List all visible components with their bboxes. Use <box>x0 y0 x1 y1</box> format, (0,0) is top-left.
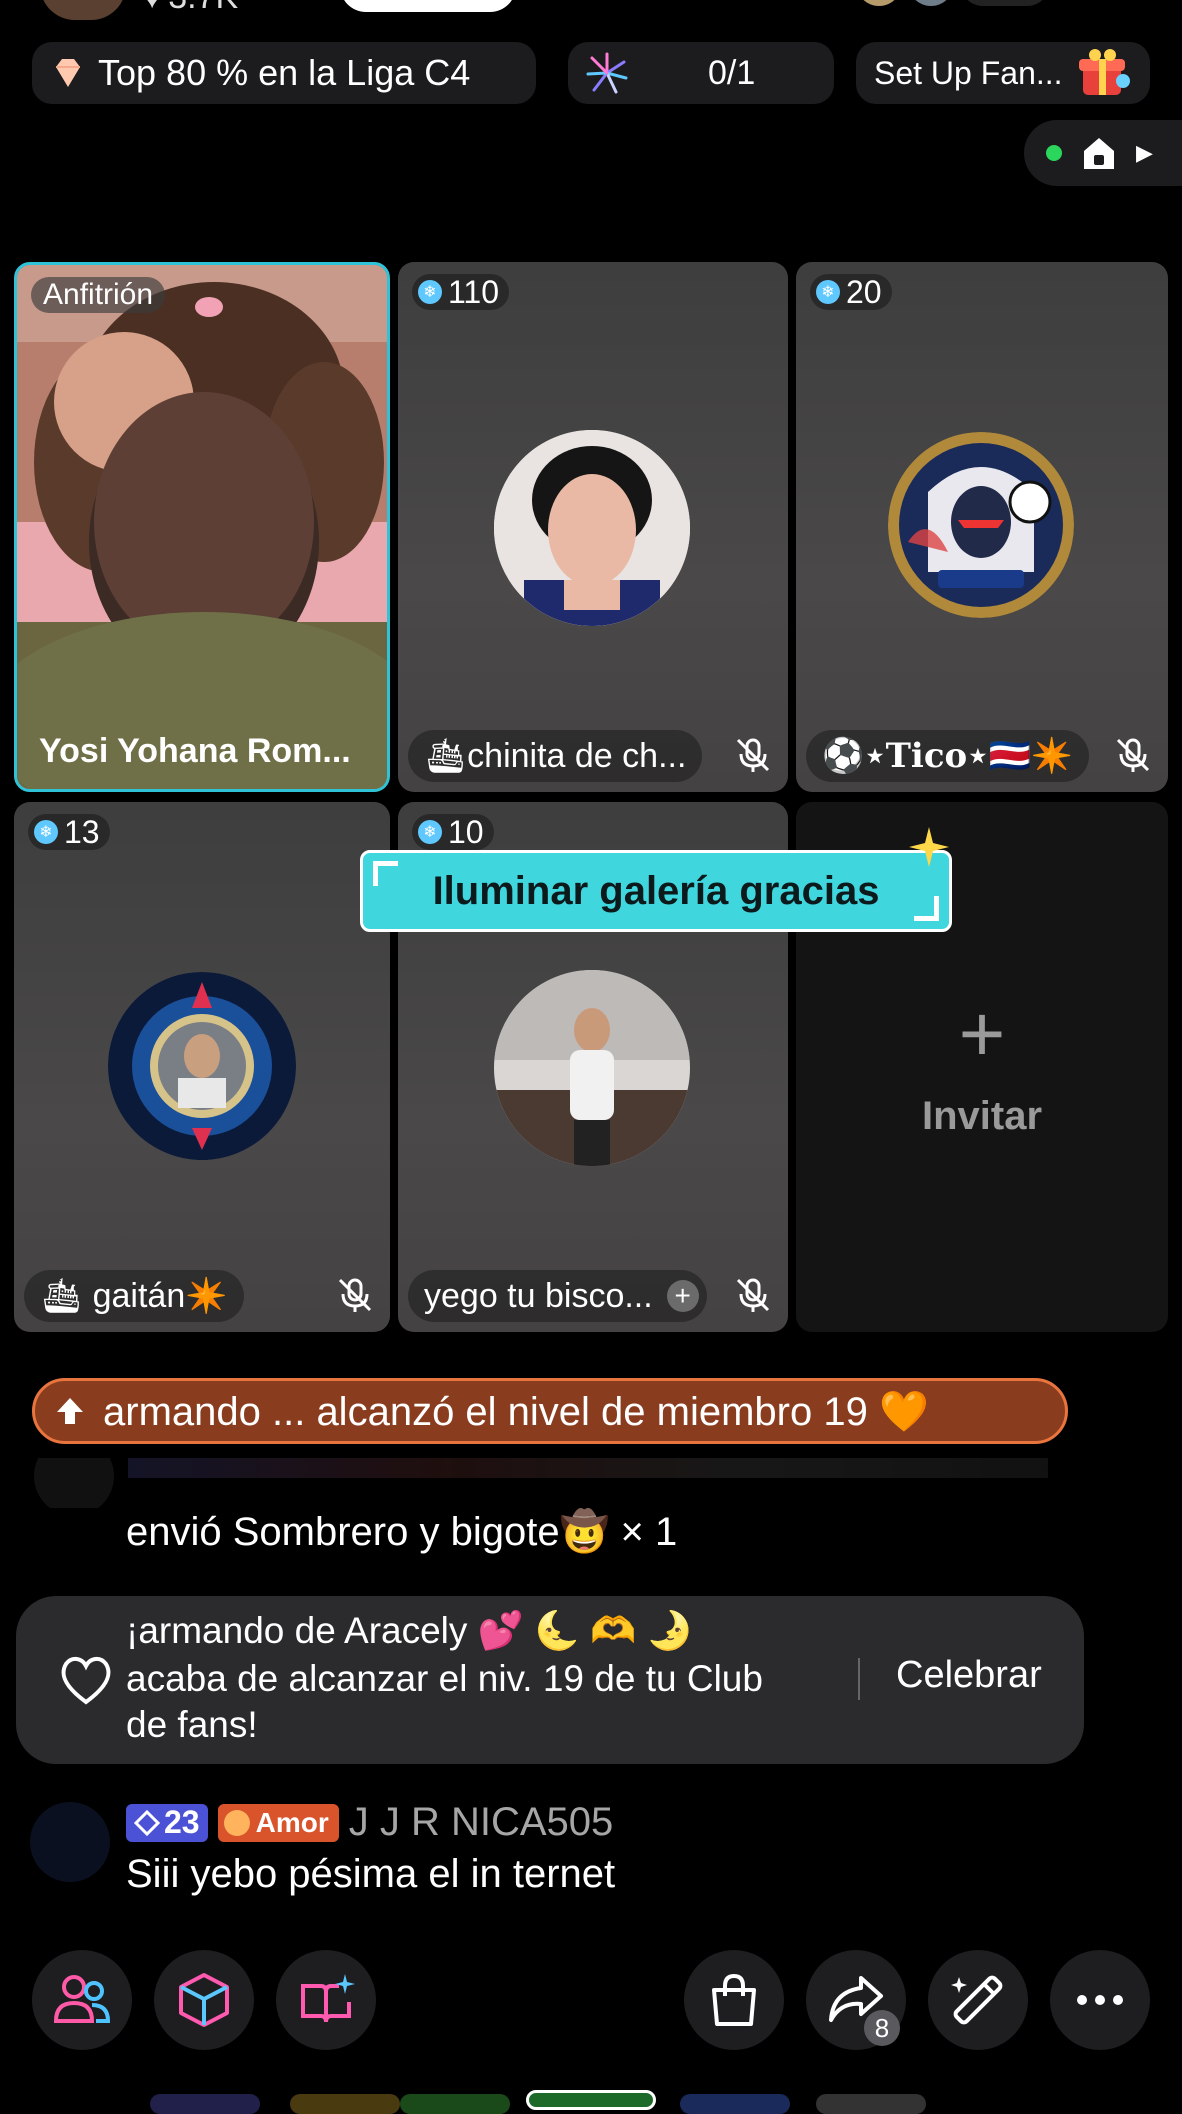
league-rank-pill[interactable]: Top 80 % en la Liga C4 <box>32 42 536 104</box>
gift-message: envió Sombrero y bigote🤠 × 1 <box>126 1510 678 1554</box>
sparkle-icon <box>909 827 949 867</box>
snowflake-icon: ❄ <box>418 820 442 844</box>
comment-text: Siii yebo pésima el in ternet <box>126 1852 616 1896</box>
invite-label: Invitar <box>921 1094 1043 1138</box>
avatar[interactable] <box>108 972 296 1160</box>
heart-icon: ♥ <box>142 0 162 17</box>
shop-button[interactable] <box>684 1950 784 2050</box>
add-guest-icon[interactable]: + <box>666 1280 699 1312</box>
host-badge: Anfitrión <box>31 277 166 313</box>
box-button[interactable] <box>154 1950 254 2050</box>
magic-wand-icon <box>951 1975 1003 2025</box>
fan-setup-pill[interactable]: Set Up Fan... <box>856 42 1150 104</box>
gallery-banner-label: Iluminar galería gracias <box>432 868 880 913</box>
home-icon[interactable] <box>1080 135 1118 171</box>
snowflake-icon: ❄ <box>816 280 840 304</box>
guest-score-badge: ❄ 13 <box>28 814 110 850</box>
guests-button[interactable] <box>32 1950 132 2050</box>
gift-strip-partial <box>0 2090 1182 2114</box>
faded-chat-line <box>30 1458 1080 1508</box>
guest-score-badge: ❄ 110 <box>412 274 510 310</box>
host-avatar-partial <box>40 0 126 20</box>
corner-bracket-right <box>914 896 939 921</box>
shopping-bag-icon <box>712 1973 756 2026</box>
divider <box>858 1658 860 1700</box>
host-tile[interactable]: Anfitrión Yosi Yohana Rom... <box>14 262 390 792</box>
commenter-avatar[interactable] <box>30 1802 110 1882</box>
live-dot-icon <box>1046 145 1062 161</box>
share-count-badge: 8 <box>864 2010 900 2046</box>
avatar[interactable] <box>494 430 690 626</box>
top-viewer-avatars[interactable] <box>856 0 1066 6</box>
more-dots-icon <box>1077 1995 1123 2005</box>
mic-muted-icon <box>338 1278 372 1312</box>
avatar[interactable] <box>888 432 1074 618</box>
mini-control-bar[interactable]: ▶ <box>1024 120 1182 186</box>
guest-tile[interactable]: ❄ 20 ⚽⋆Tico⋆🇨🇷✴️ <box>796 262 1168 792</box>
guest-tile[interactable]: ❄ 110 🛳chinita de ch... <box>398 262 788 792</box>
guest-score-badge: ❄ 20 <box>810 274 892 310</box>
fan-club-card: ¡armando de Aracely 💕 🌜 🫶 🌛 acaba de alc… <box>16 1596 1084 1764</box>
diamond-icon <box>56 59 80 87</box>
viewer-count: ♥ 3.7K <box>142 0 238 17</box>
guest-name: 🛳chinita de ch... <box>408 730 703 782</box>
mic-muted-icon <box>736 738 770 772</box>
gallery-banner[interactable]: Iluminar galería gracias <box>360 827 952 932</box>
level-badge: 23 <box>126 1803 208 1842</box>
people-icon <box>53 1975 111 2023</box>
fan-setup-label: Set Up Fan... <box>874 54 1063 91</box>
fireworks-icon <box>586 52 628 94</box>
guest-name: 🛳 gaitán✴️ <box>24 1270 244 1322</box>
corner-bracket-left <box>373 861 398 886</box>
guest-tile[interactable]: ❄ 13 🛳 gaitán✴️ <box>14 802 390 1332</box>
celebrate-button[interactable]: Celebrar <box>896 1654 1042 1697</box>
heart-outline-icon <box>61 1657 111 1705</box>
fan-club-line1: ¡armando de Aracely 💕 🌜 🫶 🌛 <box>126 1610 693 1651</box>
fan-club-line2: acaba de alcanzar el niv. 19 de tu Club <box>126 1658 763 1699</box>
arrow-up-icon <box>57 1398 83 1424</box>
goal-count: 0/1 <box>708 53 756 92</box>
snowflake-icon: ❄ <box>34 820 58 844</box>
fan-club-line3: de fans! <box>126 1704 258 1745</box>
heart-badge-icon <box>223 1809 250 1836</box>
open-book-sparkle-icon <box>301 1974 355 2023</box>
level-up-banner: armando ... alcanzó el nivel de miembro … <box>32 1378 1068 1444</box>
commenter-username[interactable]: J J R NICA505 <box>349 1800 614 1845</box>
host-video-frame <box>17 265 387 789</box>
avatar[interactable] <box>494 970 690 1166</box>
diamond-outline-icon <box>134 1809 160 1836</box>
goal-pill[interactable]: 0/1 <box>568 42 834 104</box>
snowflake-icon: ❄ <box>418 280 442 304</box>
host-name: Yosi Yohana Rom... <box>39 732 351 770</box>
plus-icon: + <box>958 989 1006 1078</box>
comment-header: 23 Amor J J R NICA505 <box>126 1800 613 1845</box>
guest-name: ⚽⋆Tico⋆🇨🇷✴️ <box>806 730 1090 782</box>
league-rank-label: Top 80 % en la Liga C4 <box>98 52 471 93</box>
guest-name: yego tu bisco... + <box>408 1270 707 1322</box>
book-button[interactable] <box>276 1950 376 2050</box>
more-button[interactable] <box>1050 1950 1150 2050</box>
top-partial-strip: ♥ 3.7K <box>0 0 1182 20</box>
mic-muted-icon <box>736 1278 770 1312</box>
share-button[interactable]: 8 <box>806 1950 906 2050</box>
effects-button[interactable] <box>928 1950 1028 2050</box>
follow-button[interactable] <box>340 0 516 12</box>
mic-muted-icon <box>1116 738 1150 772</box>
cube-icon <box>179 1973 229 2027</box>
expand-arrow-icon[interactable]: ▶ <box>1136 140 1153 166</box>
gift-box-icon <box>1078 49 1130 95</box>
guest-score-badge: ❄ 10 <box>412 814 494 850</box>
fan-badge: Amor <box>217 1803 339 1842</box>
